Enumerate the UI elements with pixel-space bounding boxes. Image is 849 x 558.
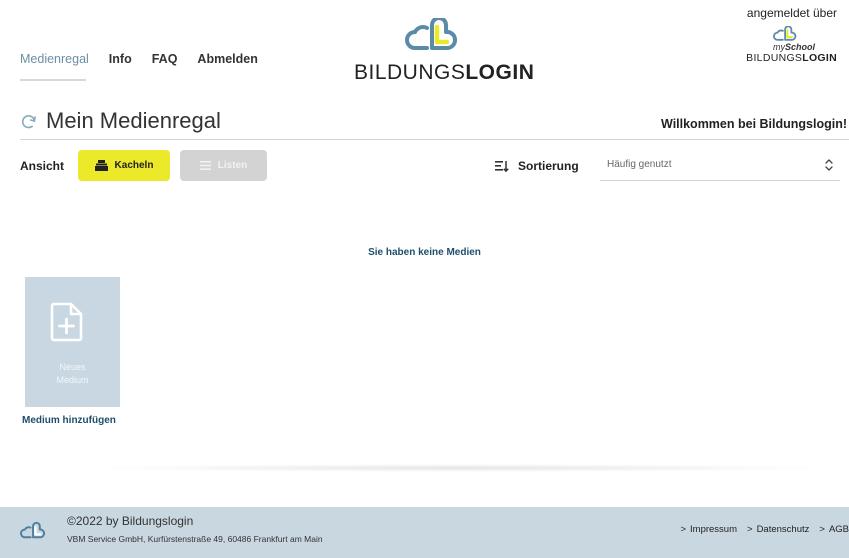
sort-select[interactable]: Häufig genutzt [600,150,840,181]
chevron-right-icon: > [747,524,753,535]
myschool-cloud-icon [773,26,797,41]
add-document-icon [50,302,83,342]
main-nav: Medienregal Info FAQ Abmelden [20,52,278,81]
nav-item-faq[interactable]: FAQ [152,52,178,66]
chevron-right-icon: > [819,524,825,535]
tiles-icon [94,160,108,171]
bildungslogin-logo[interactable]: BILDUNGSLOGIN [354,16,535,85]
empty-state-message: Sie haben keine Medien [368,247,481,258]
kacheln-button[interactable]: Kacheln [78,150,170,181]
new-medium-tile-label: Neues Medium [56,362,89,385]
add-medium-link[interactable]: Medium hinzufügen [22,415,116,426]
header: Medienregal Info FAQ Abmelden BILDUNGSLO… [0,0,849,105]
footer-link-impressum[interactable]: > Impressum [680,524,737,535]
listen-button[interactable]: Listen [180,150,267,181]
cloud-logo-icon [405,16,458,50]
title-row: Mein Medienregal Willkommen bei Bildungs… [20,108,849,140]
chevron-right-icon: > [680,524,687,535]
new-medium-tile[interactable]: Neues Medium [25,277,120,407]
view-label: Ansicht [20,159,65,173]
footer-link-datenschutz[interactable]: > Datenschutz [747,524,809,535]
footer-link-agb[interactable]: > AGB [819,524,849,535]
footer-links: > Impressum > Datenschutz > AGB [680,524,849,535]
view-toolbar: Ansicht Kacheln Listen Sortierung Häufig… [20,150,849,182]
list-icon [199,161,211,170]
logo-text: BILDUNGSLOGIN [354,61,535,84]
listen-label: Listen [217,160,248,171]
sort-label: Sortierung [518,159,579,173]
nav-item-abmelden[interactable]: Abmelden [197,52,257,66]
footer-address: VBM Service GmbH, Kurfürstenstraße 49, 6… [67,534,323,544]
sort-icon [495,161,509,173]
footer-copyright: ©2022 by Bildungslogin [67,514,194,528]
content-divider [80,464,840,472]
footer-logo-icon [20,521,46,539]
login-info-title: angemeldet über [746,6,837,20]
myschool-text: mySchool [772,42,815,52]
footer: ©2022 by Bildungslogin VBM Service GmbH,… [0,507,849,558]
refresh-icon[interactable] [20,113,38,131]
page-title: Mein Medienregal [46,108,221,133]
chevron-updown-icon [825,159,833,171]
nav-item-info[interactable]: Info [109,52,132,66]
myschool-brand-text: BILDUNGSLOGIN [746,52,837,64]
login-info: angemeldet über mySchool BILDUNGSLOGIN [707,6,837,64]
nav-item-medienregal[interactable]: Medienregal [20,52,89,81]
sort-selected-value: Häufig genutzt [607,159,672,170]
kacheln-label: Kacheln [114,160,154,171]
myschool-logo: mySchool BILDUNGSLOGIN [707,26,837,64]
welcome-message: Willkommen bei Bildungslogin! [661,117,847,131]
